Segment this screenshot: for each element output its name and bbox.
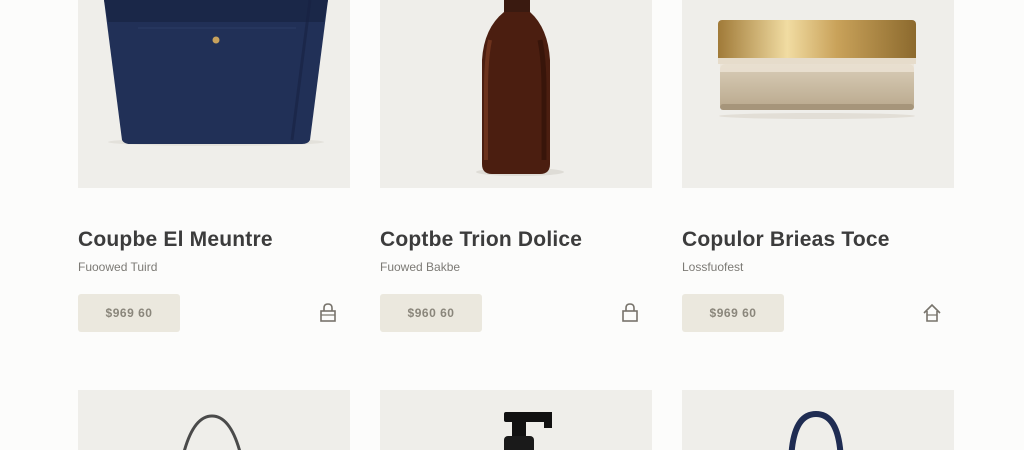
price-button[interactable]: $969 60 [682, 294, 784, 332]
product-title[interactable]: Coupbe El Meuntre [78, 228, 350, 252]
product-card[interactable]: Coupbe El Meuntre Fuoowed Tuird $969 60 [78, 0, 350, 332]
product-card[interactable] [380, 390, 652, 450]
cosmetic-jar-icon [718, 20, 916, 119]
shopping-bag-icon [320, 303, 336, 322]
amber-bottle-icon [476, 0, 564, 176]
home-icon [923, 303, 941, 322]
product-image[interactable] [78, 390, 350, 450]
pump-bottle-icon [504, 412, 552, 450]
price-button[interactable]: $960 60 [380, 294, 482, 332]
product-actions: $960 60 [380, 294, 652, 332]
product-image[interactable] [682, 0, 954, 188]
product-card[interactable] [78, 390, 350, 450]
product-grid-row-2 [78, 390, 954, 450]
product-subtitle: Fuowed Bakbe [380, 260, 461, 274]
product-grid-page: Coupbe El Meuntre Fuoowed Tuird $969 60 [0, 0, 1024, 450]
product-title[interactable]: Copulor Brieas Toce [682, 228, 954, 252]
product-card[interactable]: Coptbe Trion Dolice Fuowed Bakbe $960 60 [380, 0, 652, 332]
product-card[interactable]: Copulor Brieas Toce Lossfuofest $969 60 [682, 0, 954, 332]
shopping-bag-icon [622, 303, 638, 322]
add-to-bag-button[interactable] [920, 301, 944, 325]
navy-bag-icon [788, 410, 844, 450]
product-subtitle: Fuoowed Tuird [78, 260, 158, 274]
product-actions: $969 60 [682, 294, 954, 332]
product-actions: $969 60 [78, 294, 350, 332]
product-card[interactable] [682, 390, 954, 450]
product-image[interactable] [380, 0, 652, 188]
product-title[interactable]: Coptbe Trion Dolice [380, 228, 652, 252]
navy-tote-bag-icon [104, 0, 328, 146]
add-to-bag-button[interactable] [618, 301, 642, 325]
product-image[interactable] [380, 390, 652, 450]
price-button[interactable]: $969 60 [78, 294, 180, 332]
product-image[interactable] [682, 390, 954, 450]
product-image[interactable] [78, 0, 350, 188]
product-grid: Coupbe El Meuntre Fuoowed Tuird $969 60 [78, 0, 954, 332]
add-to-bag-button[interactable] [316, 301, 340, 325]
handbag-icon [183, 414, 241, 450]
product-subtitle: Lossfuofest [682, 260, 744, 274]
